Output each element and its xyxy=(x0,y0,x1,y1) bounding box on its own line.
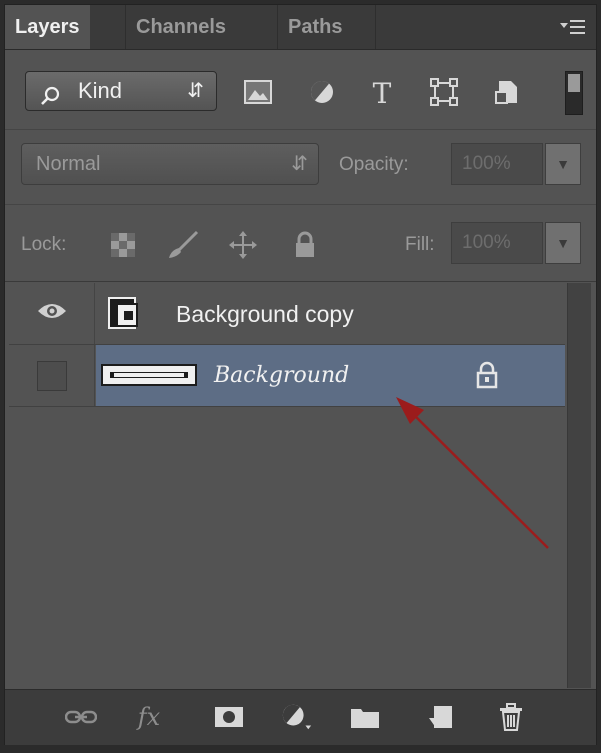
layer-thumbnail xyxy=(100,363,198,392)
filter-kind-label: Kind xyxy=(78,78,123,103)
layer-row-background-copy[interactable]: Background copy xyxy=(9,283,565,345)
blend-mode-value: Normal xyxy=(36,153,101,175)
layer-row-background[interactable]: Background xyxy=(9,345,565,407)
layer-list-scrollbar[interactable] xyxy=(567,283,591,688)
fx-icon[interactable]: fx xyxy=(133,702,165,732)
layer-main-cell[interactable]: Background copy xyxy=(96,283,565,344)
fill-dropdown-button[interactable]: ▼ xyxy=(545,222,581,264)
layer-name[interactable]: Background copy xyxy=(176,283,354,345)
fill-label: Fill: xyxy=(405,234,435,255)
search-icon xyxy=(40,81,62,119)
layer-thumbnail xyxy=(108,297,146,336)
shape-layer-filter-icon[interactable] xyxy=(429,77,459,107)
new-layer-icon[interactable] xyxy=(425,702,457,732)
lock-image-pixels-icon[interactable] xyxy=(167,229,199,261)
add-mask-icon[interactable] xyxy=(213,702,245,732)
up-down-arrows-icon: ⇵ xyxy=(291,153,308,175)
layer-filter-row: Kind ⇵ T xyxy=(5,49,596,130)
new-adjustment-layer-icon[interactable] xyxy=(281,702,313,732)
lock-label: Lock: xyxy=(21,234,67,255)
svg-text:T: T xyxy=(373,78,392,106)
lock-transparent-pixels-icon[interactable] xyxy=(107,229,139,261)
type-layer-filter-icon[interactable]: T xyxy=(367,77,397,107)
filter-toggle-switch[interactable] xyxy=(565,71,583,115)
blend-mode-row: Normal ⇵ Opacity: 100% ▼ xyxy=(5,130,596,205)
opacity-dropdown-button[interactable]: ▼ xyxy=(545,143,581,185)
layer-name[interactable]: Background xyxy=(214,345,349,407)
tab-layers[interactable]: Layers xyxy=(5,5,90,49)
fill-field[interactable]: 100% xyxy=(451,222,543,264)
lock-all-icon[interactable] xyxy=(289,229,321,261)
visibility-toggle[interactable] xyxy=(9,283,95,344)
visibility-toggle[interactable] xyxy=(9,345,95,406)
panel-menu-icon[interactable] xyxy=(560,17,586,41)
tab-paths[interactable]: Paths xyxy=(277,5,352,49)
panel-tab-bar: Layers Channels Paths xyxy=(5,5,596,50)
layers-bottom-toolbar: fx xyxy=(5,689,596,745)
up-down-arrows-icon: ⇵ xyxy=(187,80,204,102)
layer-list: Background copy Background xyxy=(9,283,565,688)
layer-main-cell[interactable]: Background xyxy=(96,345,565,406)
lock-row: Lock: Fill: 100% ▼ xyxy=(5,205,596,282)
eye-icon xyxy=(37,301,67,326)
adjustment-layer-filter-icon[interactable] xyxy=(307,77,337,107)
opacity-field[interactable]: 100% xyxy=(451,143,543,185)
hidden-visibility-box xyxy=(36,360,67,391)
lock-position-icon[interactable] xyxy=(227,229,259,261)
blend-mode-select[interactable]: Normal ⇵ xyxy=(21,143,319,185)
tab-channels[interactable]: Channels xyxy=(125,5,236,49)
layer-lock-icon xyxy=(476,361,498,394)
filter-kind-select[interactable]: Kind ⇵ xyxy=(25,71,217,111)
tab-divider xyxy=(375,5,376,49)
link-layers-icon[interactable] xyxy=(65,702,97,732)
new-group-icon[interactable] xyxy=(349,702,381,732)
opacity-label: Opacity: xyxy=(339,154,409,175)
layers-panel: Layers Channels Paths Kind ⇵ T Normal ⇵ … xyxy=(4,4,597,745)
delete-layer-icon[interactable] xyxy=(495,702,527,732)
smart-object-filter-icon[interactable] xyxy=(493,77,523,107)
pixel-layer-filter-icon[interactable] xyxy=(243,77,273,107)
